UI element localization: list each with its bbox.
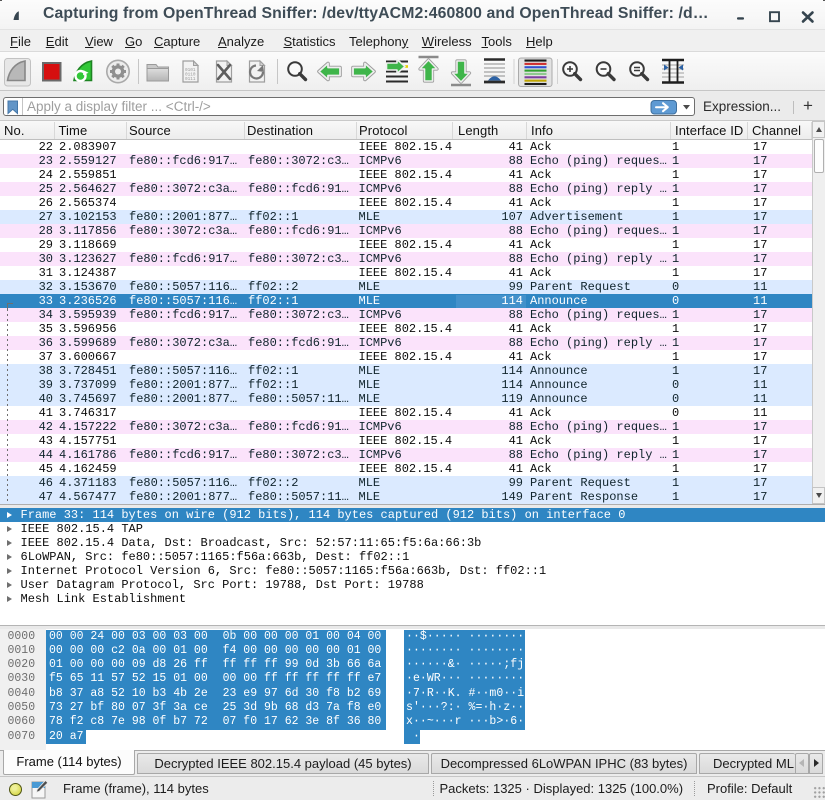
svg-text:0111: 0111 <box>185 77 196 82</box>
